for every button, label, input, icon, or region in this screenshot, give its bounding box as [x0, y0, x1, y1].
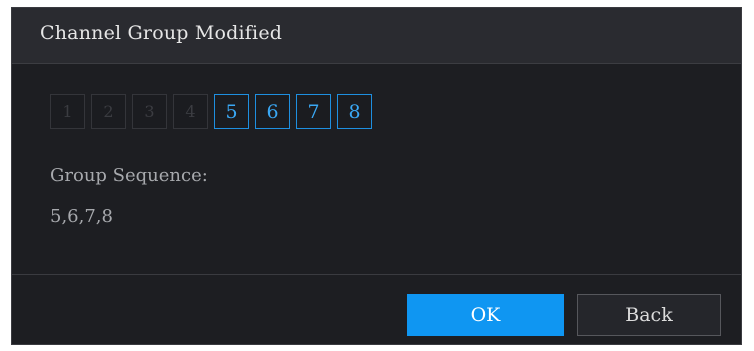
- channel-3-button[interactable]: 3: [132, 94, 167, 129]
- dialog-title: Channel Group Modified: [40, 22, 283, 44]
- channel-7-button[interactable]: 7: [296, 94, 331, 129]
- group-sequence-value: 5,6,7,8: [50, 206, 113, 227]
- ok-button[interactable]: OK: [407, 294, 564, 336]
- group-sequence-label: Group Sequence:: [50, 165, 208, 186]
- channel-8-button[interactable]: 8: [337, 94, 372, 129]
- dialog-title-bar: Channel Group Modified: [12, 8, 741, 64]
- back-button[interactable]: Back: [577, 294, 721, 336]
- footer-divider: [12, 274, 741, 275]
- channel-group-dialog: Channel Group Modified 1 2 3 4 5 6 7 8 G…: [11, 7, 742, 345]
- channel-4-button[interactable]: 4: [173, 94, 208, 129]
- channel-5-button[interactable]: 5: [214, 94, 249, 129]
- channel-2-button[interactable]: 2: [91, 94, 126, 129]
- channel-selector: 1 2 3 4 5 6 7 8: [50, 94, 372, 129]
- channel-1-button[interactable]: 1: [50, 94, 85, 129]
- channel-6-button[interactable]: 6: [255, 94, 290, 129]
